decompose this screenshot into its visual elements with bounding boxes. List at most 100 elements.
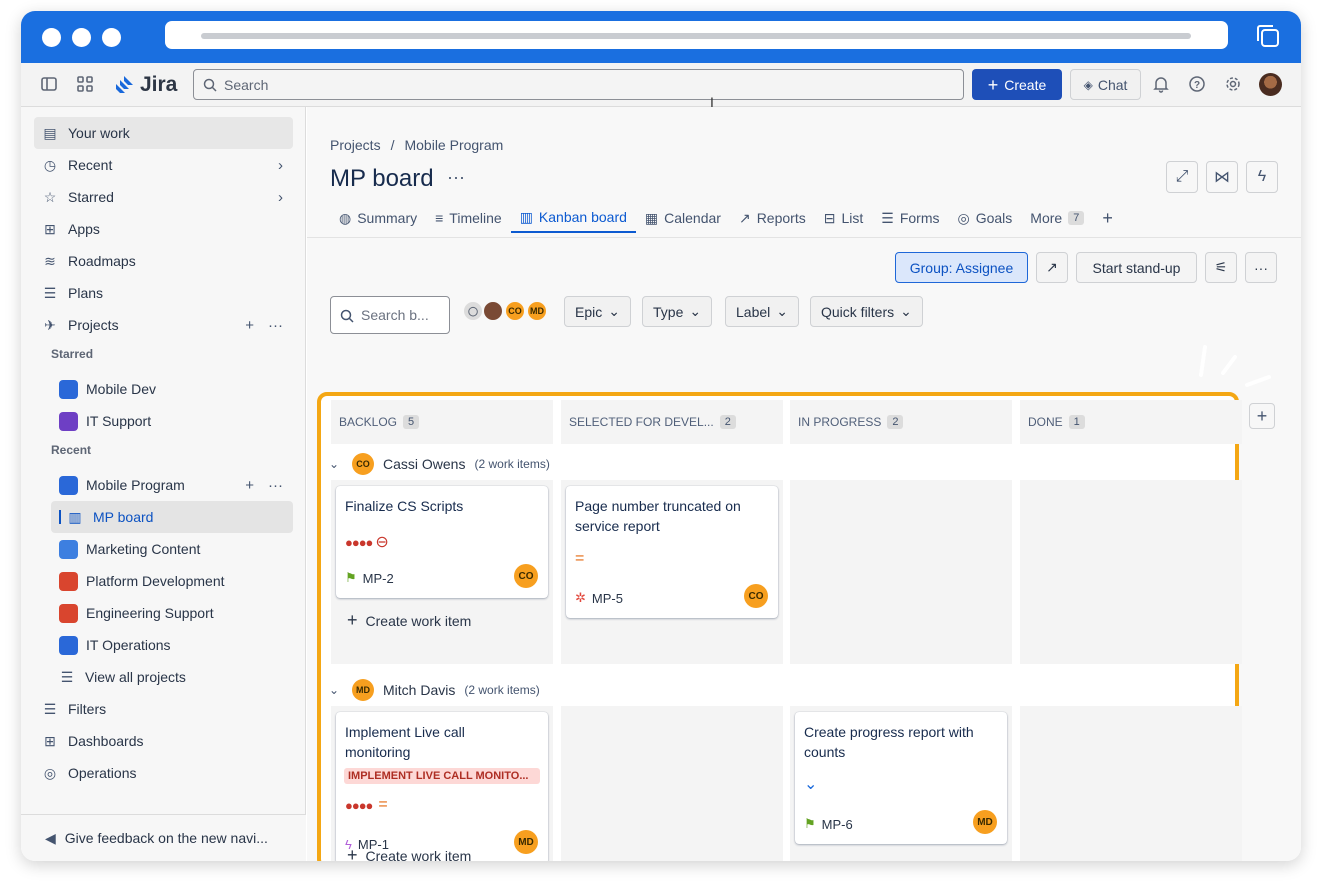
epic-label-badge[interactable]: IMPLEMENT LIVE CALL MONITO...: [344, 768, 540, 784]
jira-logo[interactable]: Jira: [113, 73, 177, 97]
assignee-avatar[interactable]: MD: [514, 830, 538, 854]
tab-summary[interactable]: ◍ Summary: [330, 203, 426, 233]
board-search-input[interactable]: Search b...: [330, 296, 450, 334]
sidebar-project-platform-development[interactable]: Platform Development: [51, 565, 293, 597]
quick-filters-dropdown[interactable]: Quick filters ⌄: [810, 296, 923, 327]
assignee-avatar[interactable]: MD: [973, 810, 997, 834]
sidebar-item-operations[interactable]: ◎ Operations: [34, 757, 293, 789]
label-filter-dropdown[interactable]: Label ⌄: [725, 296, 799, 327]
tab-kanban-board[interactable]: ▥ Kanban board: [510, 203, 636, 233]
sidebar-project-marketing-content[interactable]: Marketing Content: [51, 533, 293, 565]
more-icon[interactable]: ···: [268, 477, 283, 494]
sidebar-project-it-operations[interactable]: IT Operations: [51, 629, 293, 661]
avatar-filter-md[interactable]: MD: [526, 300, 548, 322]
unassigned-avatar-filter[interactable]: ◯: [462, 300, 484, 322]
type-filter-dropdown[interactable]: Type ⌄: [642, 296, 713, 327]
user-avatar[interactable]: [1259, 73, 1282, 96]
column-header-selected[interactable]: SELECTED FOR DEVEL... 2: [561, 400, 783, 444]
assignee-avatar[interactable]: CO: [514, 564, 538, 588]
card-mp-5[interactable]: Page number truncated on service report …: [566, 486, 778, 618]
column-header-backlog[interactable]: BACKLOG 5: [331, 400, 553, 444]
column-header-in-progress[interactable]: IN PROGRESS 2: [790, 400, 1012, 444]
create-work-item-button[interactable]: + Create work item: [347, 610, 471, 631]
swimlane-header-mitch-davis[interactable]: ⌄ MD Mitch Davis (2 work items): [329, 675, 540, 705]
more-icon: ···: [1254, 259, 1268, 276]
chat-button[interactable]: ◈ Chat: [1070, 69, 1141, 100]
breadcrumb-mobile-program[interactable]: Mobile Program: [404, 137, 503, 153]
sidebar-item-dashboards[interactable]: ⊞ Dashboards: [34, 725, 293, 757]
app-switcher-icon[interactable]: [76, 75, 94, 93]
trend-icon: ↗: [1046, 259, 1058, 275]
card-key[interactable]: MP-6: [822, 817, 853, 832]
chevron-down-icon: ⌄: [776, 303, 788, 319]
sidebar-item-projects[interactable]: ✈ Projects + ···: [34, 309, 293, 341]
address-bar[interactable]: [165, 21, 1228, 49]
share-button[interactable]: ⋈: [1206, 161, 1238, 193]
tab-goals[interactable]: ◎ Goals: [948, 203, 1021, 233]
sidebar-item-mp-board[interactable]: ▥ MP board: [51, 501, 293, 533]
settings-gear-icon[interactable]: [1224, 75, 1242, 93]
fullscreen-button[interactable]: ⤢: [1166, 161, 1198, 193]
assignee-avatar[interactable]: CO: [744, 584, 768, 608]
sidebar-toggle-icon[interactable]: [40, 75, 58, 93]
group-by-button[interactable]: Group: Assignee: [895, 252, 1028, 283]
tab-more[interactable]: More 7: [1021, 203, 1093, 233]
sidebar-item-your-work[interactable]: ▤ Your work: [34, 117, 293, 149]
user-avatar-filter[interactable]: [482, 300, 504, 322]
sidebar-project-mobile-dev[interactable]: Mobile Dev: [51, 373, 293, 405]
window-maximize-dot[interactable]: [102, 28, 121, 47]
help-icon[interactable]: ?: [1188, 75, 1206, 93]
window-minimize-dot[interactable]: [72, 28, 91, 47]
avatar-filter-co[interactable]: CO: [504, 300, 526, 322]
board-more-button[interactable]: ···: [1245, 252, 1277, 283]
view-settings-button[interactable]: ⚟: [1205, 252, 1237, 283]
sidebar-project-mobile-program[interactable]: Mobile Program + ···: [51, 469, 293, 501]
swimlane-header-cassi-owens[interactable]: ⌄ CO Cassi Owens (2 work items): [329, 449, 550, 479]
sidebar-project-engineering-support[interactable]: Engineering Support: [51, 597, 293, 629]
sidebar-project-it-support[interactable]: IT Support: [51, 405, 293, 437]
clock-icon: ◷: [43, 156, 57, 173]
feedback-button[interactable]: ◀ Give feedback on the new navi...: [21, 814, 306, 861]
epic-filter-dropdown[interactable]: Epic ⌄: [564, 296, 631, 327]
add-icon[interactable]: +: [245, 477, 254, 494]
inbox-icon: ▤: [43, 124, 57, 141]
tab-list[interactable]: ⊟ List: [815, 203, 873, 233]
tab-forms[interactable]: ☰ Forms: [872, 203, 948, 233]
add-tab-button[interactable]: +: [1093, 203, 1122, 233]
page-more-button[interactable]: ···: [447, 167, 465, 188]
create-button[interactable]: + Create: [972, 69, 1062, 100]
sidebar-item-plans[interactable]: ☰ Plans: [34, 277, 293, 309]
sidebar-item-roadmaps[interactable]: ≋ Roadmaps: [34, 245, 293, 277]
insights-button[interactable]: ↗: [1036, 252, 1068, 283]
automation-button[interactable]: ϟ: [1246, 161, 1278, 193]
sidebar-item-recent[interactable]: ◷ Recent ›: [34, 149, 293, 181]
create-label: Create work item: [365, 847, 472, 862]
breadcrumb-projects[interactable]: Projects: [330, 137, 381, 153]
more-icon[interactable]: ···: [268, 317, 283, 334]
window-close-dot[interactable]: [42, 28, 61, 47]
sidebar-item-filters[interactable]: ☰ Filters: [34, 693, 293, 725]
tab-label: Forms: [899, 210, 940, 226]
card-mp-1[interactable]: Implement Live call monitoring IMPLEMENT…: [336, 712, 548, 861]
tab-calendar[interactable]: ▦ Calendar: [636, 203, 730, 233]
create-work-item-button[interactable]: + Create work item: [347, 845, 471, 861]
sidebar-item-apps[interactable]: ⊞ Apps: [34, 213, 293, 245]
filter-label: Type: [653, 303, 684, 320]
column-header-done[interactable]: DONE 1: [1020, 400, 1242, 444]
sidebar-item-starred[interactable]: ☆ Starred ›: [34, 181, 293, 213]
expand-icon: ⤢: [1175, 168, 1189, 185]
add-column-button[interactable]: +: [1249, 403, 1275, 429]
tab-reports[interactable]: ↗ Reports: [730, 203, 815, 233]
card-mp-2[interactable]: Finalize CS Scripts ●●●● ⊖ ⚑ MP-2 CO: [336, 486, 548, 598]
tab-timeline[interactable]: ≡ Timeline: [426, 203, 511, 233]
start-standup-button[interactable]: Start stand-up: [1076, 252, 1197, 283]
add-project-icon[interactable]: +: [245, 317, 254, 334]
card-mp-6[interactable]: Create progress report with counts ⌄ ⚑ MP…: [795, 712, 1007, 844]
notifications-bell-icon[interactable]: [1152, 75, 1170, 93]
search-input[interactable]: Search: [193, 69, 964, 100]
card-key[interactable]: MP-5: [592, 591, 623, 606]
card-key[interactable]: MP-2: [363, 571, 394, 586]
copy-window-icon[interactable]: [1255, 23, 1281, 49]
sidebar-item-view-all-projects[interactable]: ☰ View all projects: [51, 661, 293, 693]
sparkle-decoration-icon: [1199, 345, 1271, 387]
